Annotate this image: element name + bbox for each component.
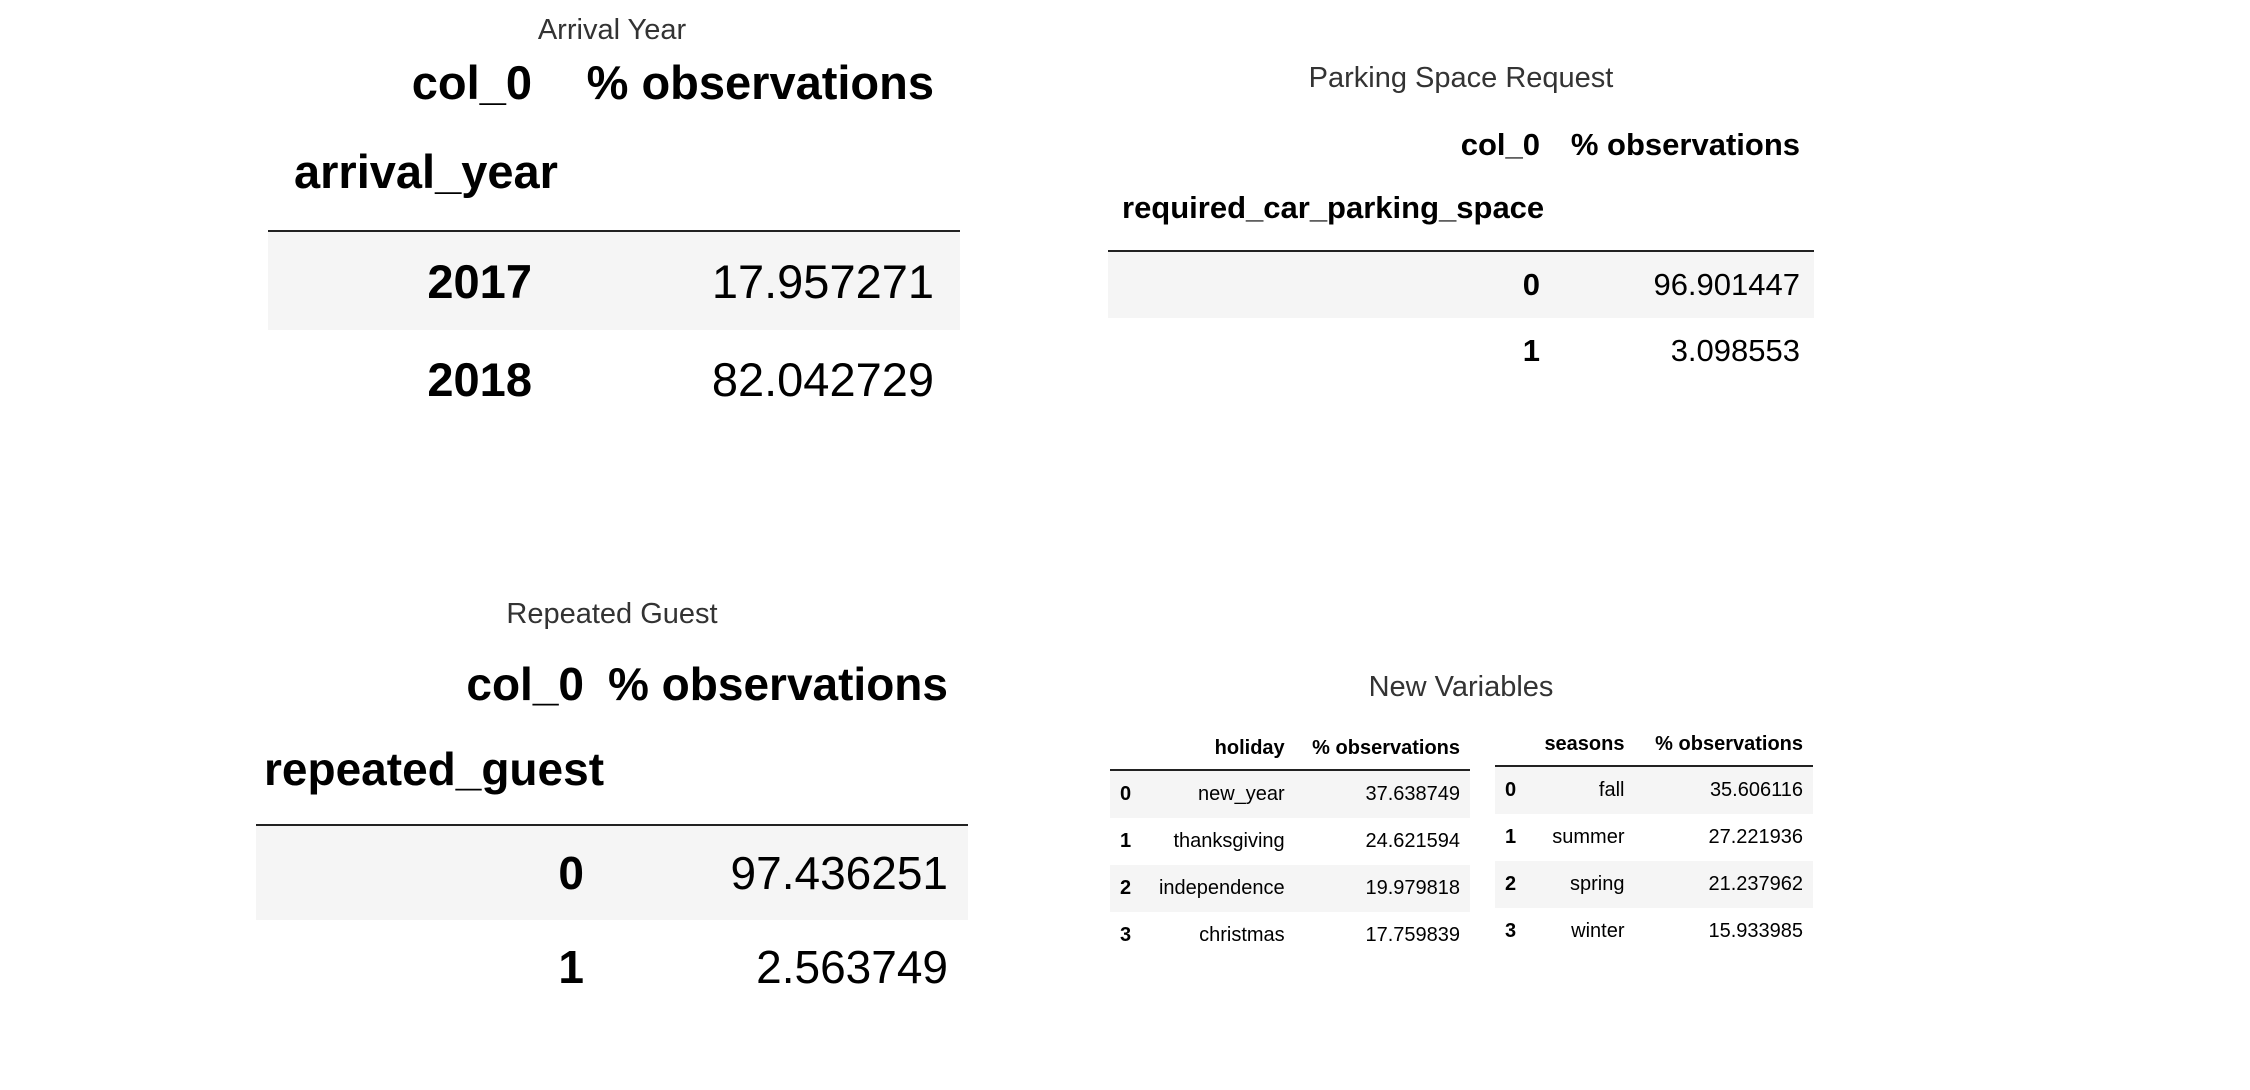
row-index: 0 — [256, 825, 605, 920]
index-name: arrival_year — [268, 112, 558, 232]
row-index: 0 — [1495, 766, 1529, 814]
repeated-guest-title: Repeated Guest — [506, 598, 718, 630]
value-header: % observations — [1570, 127, 1800, 162]
table-row: 0 96.901447 — [1108, 251, 1814, 318]
repeated-guest-table: col_0 % observations repeated_guest 0 97… — [256, 654, 968, 1014]
row-value: 96.901447 — [1554, 251, 1814, 318]
value-header: % observations — [586, 55, 934, 109]
row-index: 2017 — [268, 231, 558, 330]
table-row: 0 fall 35.606116 — [1495, 766, 1813, 814]
row-value: 37.638749 — [1294, 770, 1470, 818]
table-row: 1 thanksgiving 24.621594 — [1110, 818, 1470, 865]
table-row: 2017 17.957271 — [268, 231, 960, 330]
table-row: 1 2.563749 — [256, 920, 968, 1014]
table-row: 3 winter 15.933985 — [1495, 908, 1813, 955]
table-row: 1 3.098553 — [1108, 318, 1814, 384]
row-name: spring — [1528, 861, 1635, 908]
index-name: repeated_guest — [256, 714, 605, 826]
row-value: 15.933985 — [1708, 920, 1803, 942]
row-index: 1 — [558, 941, 585, 993]
row-index: 2 — [1110, 865, 1143, 912]
seasons-header: seasons — [1528, 723, 1635, 767]
holiday-table: holiday % observations 0 new_year 37.638… — [1110, 727, 1470, 959]
table-row: 2 spring 21.237962 — [1495, 861, 1813, 908]
row-name: christmas — [1199, 924, 1285, 946]
empty-header-cell — [557, 112, 960, 232]
row-value: 97.436251 — [604, 825, 968, 920]
row-name: thanksgiving — [1173, 830, 1285, 852]
col-header: col_0 — [466, 658, 585, 710]
row-value: 21.237962 — [1634, 861, 1813, 908]
row-value: 24.621594 — [1365, 830, 1460, 852]
row-index: 1 — [1522, 333, 1540, 368]
table-row: 2018 82.042729 — [268, 330, 960, 428]
holiday-header: holiday — [1142, 727, 1295, 771]
row-index: 2018 — [427, 352, 532, 406]
table-row: 0 97.436251 — [256, 825, 968, 920]
arrival-year-table: col_0 % observations arrival_year 2017 1… — [268, 52, 960, 428]
row-name: winter — [1571, 920, 1625, 942]
table-row: 1 summer 27.221936 — [1495, 814, 1813, 861]
row-name: summer — [1552, 826, 1625, 848]
row-value: 19.979818 — [1294, 865, 1470, 912]
index-header — [1110, 727, 1143, 771]
row-index: 1 — [1120, 830, 1132, 852]
index-name: required_car_parking_space — [1108, 166, 1554, 252]
parking-table: col_0 % observations required_car_parkin… — [1108, 124, 1814, 384]
table-row: 0 new_year 37.638749 — [1110, 770, 1470, 818]
row-name: new_year — [1142, 770, 1295, 818]
parking-title: Parking Space Request — [1308, 62, 1614, 94]
new-variables-title: New Variables — [1368, 671, 1554, 703]
row-index: 0 — [1108, 251, 1554, 318]
row-value: 35.606116 — [1634, 766, 1813, 814]
value-header: % observations — [1294, 727, 1470, 771]
row-name: fall — [1528, 766, 1635, 814]
row-value: 82.042729 — [711, 352, 934, 406]
seasons-table: seasons % observations 0 fall 35.606116 … — [1495, 723, 1813, 955]
row-name: independence — [1142, 865, 1295, 912]
row-index: 3 — [1505, 920, 1517, 942]
empty-header-cell — [604, 714, 968, 826]
row-value: 17.957271 — [557, 231, 960, 330]
row-value: 17.759839 — [1365, 924, 1460, 946]
row-index: 2 — [1495, 861, 1529, 908]
arrival-year-title: Arrival Year — [537, 14, 687, 46]
empty-header-cell — [1554, 166, 1814, 252]
col-header: col_0 — [1460, 127, 1540, 162]
row-index: 3 — [1120, 924, 1132, 946]
row-value: 2.563749 — [756, 941, 948, 993]
index-header — [1495, 723, 1529, 767]
row-index: 1 — [1505, 826, 1517, 848]
table-row: 3 christmas 17.759839 — [1110, 912, 1470, 959]
row-value: 27.221936 — [1708, 826, 1803, 848]
table-row: 2 independence 19.979818 — [1110, 865, 1470, 912]
row-value: 3.098553 — [1670, 333, 1800, 368]
value-header: % observations — [608, 658, 948, 710]
value-header: % observations — [1634, 723, 1813, 767]
row-index: 0 — [1110, 770, 1143, 818]
col-header: col_0 — [411, 55, 532, 109]
